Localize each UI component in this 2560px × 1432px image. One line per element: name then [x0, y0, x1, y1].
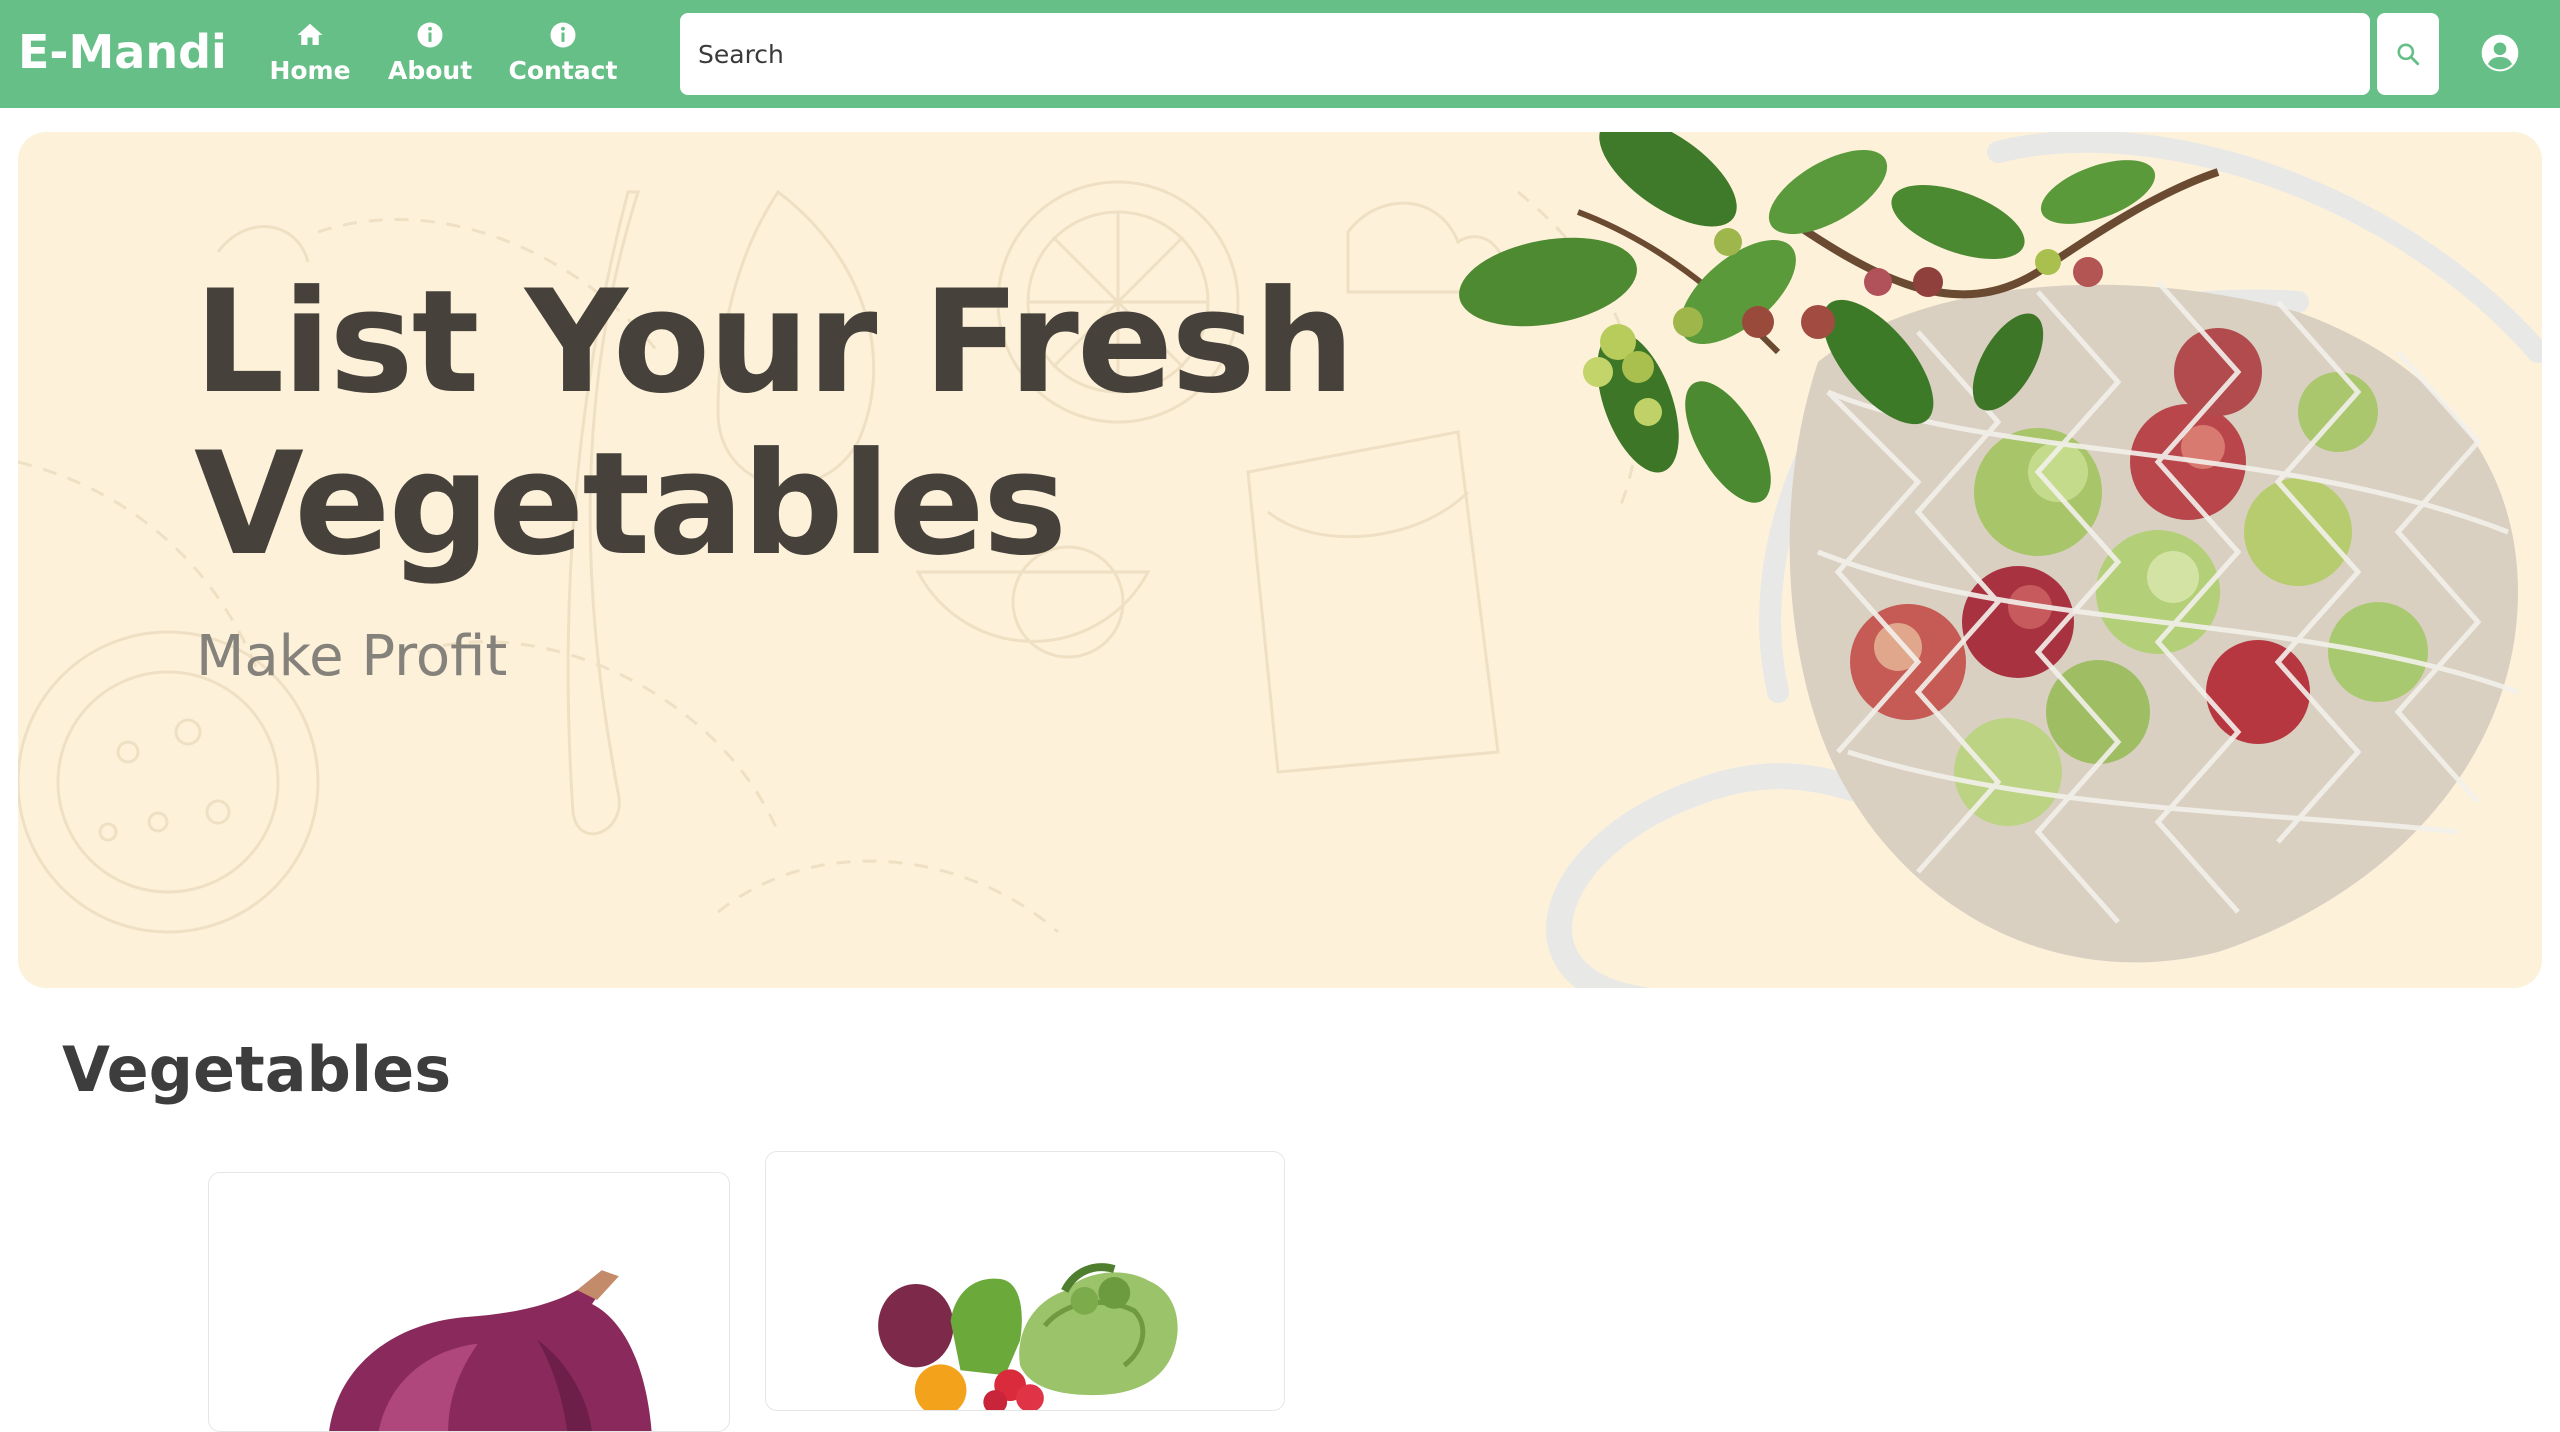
info-icon	[550, 22, 576, 48]
hero-title: List Your Fresh Vegetables	[194, 260, 1355, 587]
user-circle-icon[interactable]	[2480, 33, 2520, 73]
apples-mesh-bag-image	[1459, 132, 2542, 988]
home-icon	[297, 23, 323, 45]
product-card[interactable]	[765, 1151, 1285, 1411]
mixed-vegetables-image	[878, 1263, 1178, 1410]
search-icon	[2397, 43, 2420, 66]
top-navbar: E-Mandi Home About Contact	[0, 0, 2560, 108]
search-input[interactable]	[680, 13, 2370, 95]
nav-about-link[interactable]: About	[388, 20, 472, 86]
product-card[interactable]	[208, 1172, 730, 1432]
search-button[interactable]	[2377, 13, 2439, 95]
hero-banner: List Your Fresh Vegetables Make Profit	[18, 132, 2542, 988]
nav-home-link[interactable]: Home	[268, 20, 352, 86]
info-icon	[417, 22, 443, 48]
nav-contact-link[interactable]: Contact	[508, 20, 618, 86]
nav-home-label: Home	[269, 56, 351, 85]
nav-about-label: About	[388, 56, 473, 85]
brand-logo[interactable]: E-Mandi	[18, 22, 227, 82]
red-onion-image	[329, 1270, 652, 1431]
hero-subtitle: Make Profit	[196, 624, 508, 689]
nav-contact-label: Contact	[508, 56, 618, 85]
section-title-vegetables: Vegetables	[62, 1033, 452, 1106]
